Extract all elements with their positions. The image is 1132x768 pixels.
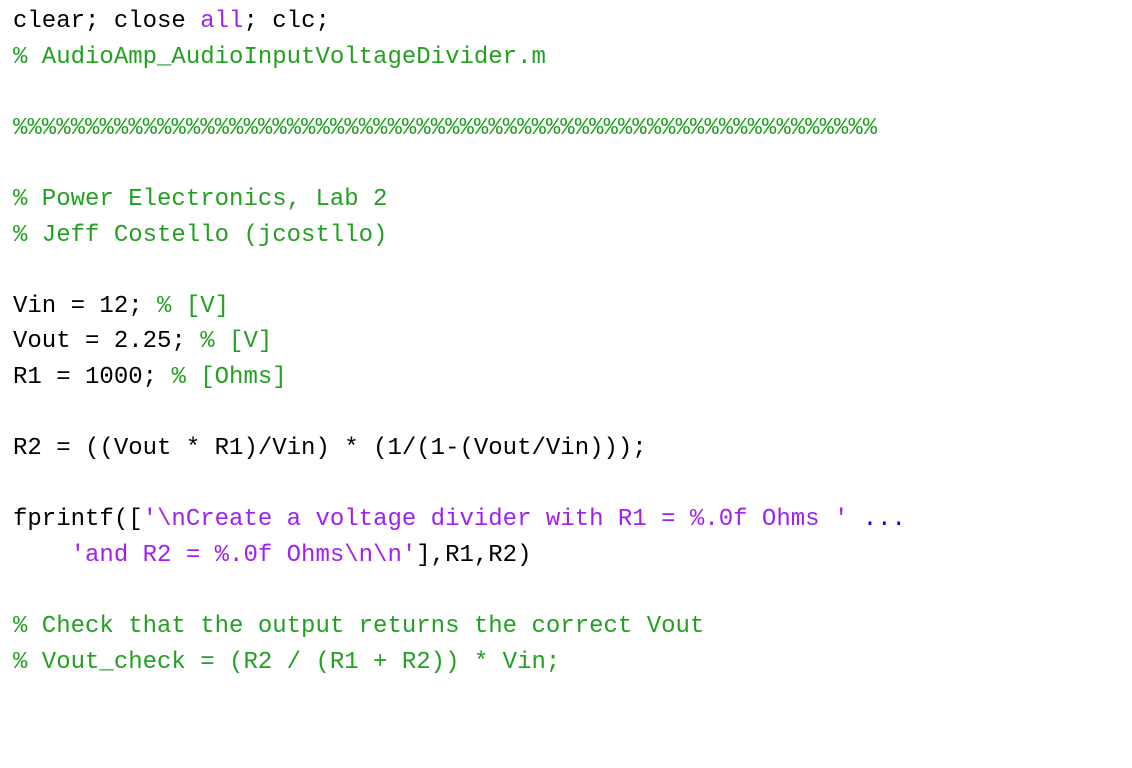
code-string: '\nCreate a voltage divider with R1 = %.… [142,506,849,534]
code-token: clear; close [13,8,201,35]
code-comment: % Vout_check = (R2 / (R1 + R2)) * Vin; [13,648,561,676]
code-comment: % Power Electronics, Lab 2 [13,185,388,213]
code-line-4[interactable]: %%%%%%%%%%%%%%%%%%%%%%%%%%%%%%%%%%%%%%%%… [13,111,1132,147]
code-line-7[interactable]: % Jeff Costello (jcostllo) [13,218,1132,254]
code-comment: % Check that the output returns the corr… [13,613,705,641]
code-token: fprintf([ [13,506,143,534]
code-token: ; clc; [243,8,330,35]
code-line-6[interactable]: % Power Electronics, Lab 2 [13,182,1132,218]
code-line-16[interactable]: 'and R2 = %.0f Ohms\n\n'],R1,R2) [13,538,1132,574]
code-token: ],R1,R2) [416,541,532,569]
code-line-8[interactable] [13,253,1132,289]
code-token: R2 = ((Vout * R1)/Vin) * (1/(1-(Vout/Vin… [13,435,647,463]
code-line-14[interactable] [13,467,1132,503]
code-comment-separator: %%%%%%%%%%%%%%%%%%%%%%%%%%%%%%%%%%%%%%%%… [13,114,878,142]
code-line-18[interactable]: % Check that the output returns the corr… [13,609,1132,645]
code-string: 'and R2 = %.0f Ohms\n\n' [70,541,417,569]
code-editor[interactable]: clear; close all; clc; % AudioAmp_AudioI… [0,0,1132,768]
code-token: Vout = 2.25; [13,328,201,356]
code-line-1[interactable]: clear; close all; clc; [13,4,1132,40]
code-line-10[interactable]: Vout = 2.25; % [V] [13,324,1132,360]
code-comment: % [V] [157,292,230,320]
code-comment: % Jeff Costello (jcostllo) [13,221,388,249]
code-comment: % AudioAmp_AudioInputVoltageDivider.m [13,43,546,71]
code-line-2[interactable]: % AudioAmp_AudioInputVoltageDivider.m [13,40,1132,76]
code-comment: % [V] [200,328,273,356]
code-line-12[interactable] [13,396,1132,432]
code-token-keyword-all: all [200,8,244,35]
code-line-11[interactable]: R1 = 1000; % [Ohms] [13,360,1132,396]
code-token: R1 = 1000; [13,363,172,391]
code-line-13[interactable]: R2 = ((Vout * R1)/Vin) * (1/(1-(Vout/Vin… [13,431,1132,467]
code-line-3[interactable] [13,75,1132,111]
code-line-17[interactable] [13,574,1132,610]
code-line-9[interactable]: Vin = 12; % [V] [13,289,1132,325]
code-comment: % [Ohms] [171,363,287,391]
code-line-15[interactable]: fprintf(['\nCreate a voltage divider wit… [13,502,1132,538]
code-line-5[interactable] [13,146,1132,182]
code-continuation: ... [848,506,906,534]
code-token: Vin = 12; [13,292,158,320]
code-line-19[interactable]: % Vout_check = (R2 / (R1 + R2)) * Vin; [13,645,1132,681]
